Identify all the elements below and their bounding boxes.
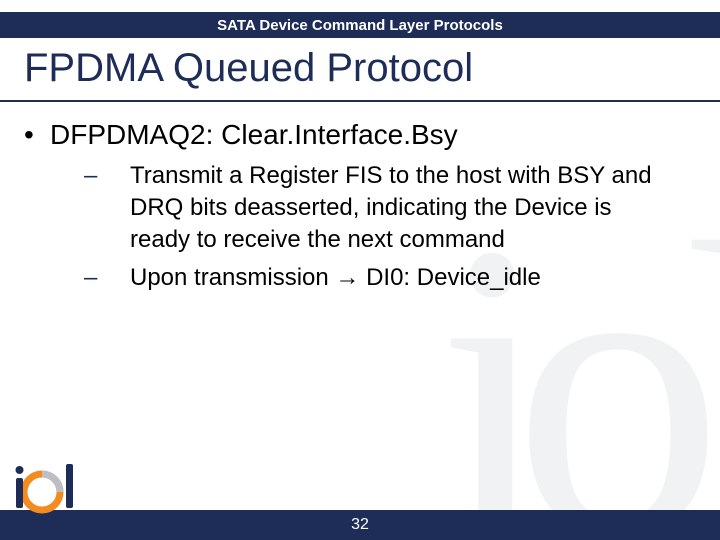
bullet-level1: • DFPDMAQ2: Clear.Interface.Bsy xyxy=(24,118,696,152)
body-content: • DFPDMAQ2: Clear.Interface.Bsy – Transm… xyxy=(24,118,696,300)
title-underline xyxy=(0,100,720,102)
bullet-level2: – Upon transmission → DI0: Device_idle xyxy=(84,262,696,294)
header-bar: SATA Device Command Layer Protocols xyxy=(0,12,720,38)
bullet-text: DFPDMAQ2: Clear.Interface.Bsy xyxy=(50,118,458,152)
bullet-marker: • xyxy=(24,118,50,152)
footer-bar: 32 xyxy=(0,510,720,540)
slide: iol SATA Device Command Layer Protocols … xyxy=(0,0,720,540)
header-subtitle: SATA Device Command Layer Protocols xyxy=(217,17,503,34)
dash-marker: – xyxy=(84,262,130,294)
iol-logo-icon xyxy=(10,460,90,520)
page-number: 32 xyxy=(351,516,369,534)
dash-marker: – xyxy=(84,160,130,256)
bullet-level2: – Transmit a Register FIS to the host wi… xyxy=(84,160,696,256)
sub-bullet-text: Upon transmission → DI0: Device_idle xyxy=(130,262,541,294)
sub-bullets: – Transmit a Register FIS to the host wi… xyxy=(84,160,696,294)
slide-title: FPDMA Queued Protocol xyxy=(24,46,473,91)
sub-bullet-text: Transmit a Register FIS to the host with… xyxy=(130,160,670,256)
